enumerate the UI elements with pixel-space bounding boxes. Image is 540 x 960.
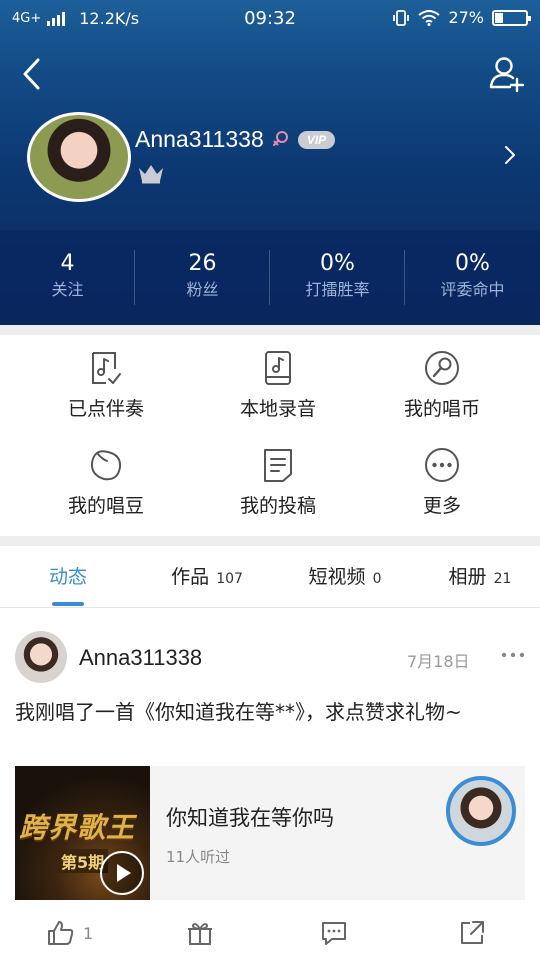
tab-label: 动态	[48, 566, 87, 588]
menu-label: 本地录音	[239, 398, 316, 420]
gift-button[interactable]	[187, 920, 213, 946]
menu-grid: 已点伴奏 本地录音 我的唱币 我的唱豆 我的投稿 更多	[0, 335, 540, 535]
profile-avatar[interactable]	[27, 112, 131, 202]
status-bar: 4G+ 12.2K/s 09:32 27%	[0, 0, 540, 36]
thumbs-up-icon	[48, 921, 74, 945]
wifi-icon	[418, 10, 441, 26]
song-cover[interactable]: 跨界歌王 第5期	[15, 766, 150, 900]
tab-works[interactable]: 作品 107	[152, 546, 262, 608]
female-gender-icon	[273, 131, 288, 146]
back-arrow-icon[interactable]	[14, 54, 50, 94]
tab-count: 0	[372, 571, 382, 587]
tab-activity[interactable]: 动态	[28, 546, 108, 608]
status-right: 27%	[392, 8, 531, 27]
menu-label: 我的唱币	[403, 398, 480, 420]
song-title: 你知道我在等你吗	[166, 806, 334, 830]
play-icon[interactable]	[99, 850, 145, 896]
stat-label: 关注	[51, 280, 84, 299]
section-gap	[0, 536, 540, 546]
post-text: 我刚唱了一首《你知道我在等**》，求点赞求礼物~	[15, 700, 462, 724]
stat-label: 粉丝	[186, 280, 219, 299]
more-dots-icon[interactable]	[500, 648, 526, 662]
mic-coin-icon	[425, 351, 459, 385]
post-username[interactable]: Anna311338	[79, 645, 202, 671]
gift-icon	[188, 923, 212, 945]
battery-percent: 27%	[448, 8, 484, 27]
more-circle-icon	[425, 448, 459, 482]
menu-local-recording[interactable]: 本地录音	[188, 335, 368, 430]
tab-short-videos[interactable]: 短视频 0	[290, 546, 400, 608]
like-count: 1	[83, 923, 94, 943]
menu-my-submissions[interactable]: 我的投稿	[188, 432, 368, 527]
profile-username: Anna311338	[135, 126, 264, 152]
menu-sing-coins[interactable]: 我的唱币	[352, 335, 532, 430]
battery-icon	[492, 9, 531, 26]
tab-label: 相册	[448, 566, 487, 588]
stat-value: 0%	[320, 251, 355, 276]
song-card[interactable]: 跨界歌王 第5期 你知道我在等你吗 11人听过	[15, 766, 525, 900]
menu-more[interactable]: 更多	[352, 432, 532, 527]
menu-label: 我的投稿	[239, 495, 316, 517]
active-tab-indicator	[52, 602, 84, 606]
stat-value: 26	[188, 251, 217, 276]
singer-avatar[interactable]	[446, 776, 516, 846]
menu-label: 我的唱豆	[67, 495, 144, 517]
stats-bar: 4 关注 26 粉丝 0% 打擂胜率 0% 评委命中	[0, 230, 540, 325]
song-listen-count: 11人听过	[166, 848, 231, 866]
tab-label: 短视频	[308, 566, 366, 588]
vibrate-icon	[393, 9, 410, 26]
document-icon	[264, 449, 292, 482]
bean-icon	[90, 450, 122, 481]
tab-count: 21	[493, 571, 512, 587]
share-button[interactable]	[459, 920, 485, 946]
battery-fill	[495, 12, 503, 23]
stat-battle-win-rate[interactable]: 0% 打擂胜率	[270, 250, 405, 302]
tab-label: 作品	[171, 566, 210, 588]
post-actions: 1	[0, 920, 540, 960]
stat-following[interactable]: 4 关注	[0, 250, 135, 302]
menu-accompaniment[interactable]: 已点伴奏	[16, 335, 196, 430]
like-button[interactable]: 1	[47, 920, 93, 946]
crown-icon	[139, 165, 163, 184]
tab-count: 107	[216, 571, 243, 587]
tab-album[interactable]: 相册 21	[430, 546, 530, 608]
section-gap	[0, 325, 540, 335]
vip-badge: VIP	[298, 131, 335, 149]
stat-judge-hit-rate[interactable]: 0% 评委命中	[405, 250, 540, 302]
cover-title: 跨界歌王	[19, 811, 136, 844]
stat-fans[interactable]: 26 粉丝	[135, 250, 270, 302]
menu-sing-beans[interactable]: 我的唱豆	[16, 432, 196, 527]
stat-label: 评委命中	[440, 280, 505, 299]
add-friend-icon[interactable]	[488, 54, 528, 94]
menu-label: 更多	[422, 495, 461, 517]
share-icon	[461, 921, 484, 944]
music-check-icon	[92, 352, 121, 384]
post-date: 7月18日	[407, 652, 470, 671]
menu-label: 已点伴奏	[67, 398, 144, 420]
stat-value: 0%	[455, 251, 490, 276]
stat-value: 4	[60, 251, 75, 276]
comment-icon	[322, 922, 346, 945]
profile-header: 4G+ 12.2K/s 09:32 27% Anna311338 VIP 4 关…	[0, 0, 540, 325]
phone-music-icon	[265, 351, 291, 385]
profile-tabs: 动态 作品 107 短视频 0 相册 21	[0, 546, 540, 608]
stat-label: 打擂胜率	[305, 280, 370, 299]
post-avatar[interactable]	[15, 631, 67, 683]
comment-button[interactable]	[320, 920, 348, 946]
chevron-right-icon[interactable]	[504, 144, 516, 166]
